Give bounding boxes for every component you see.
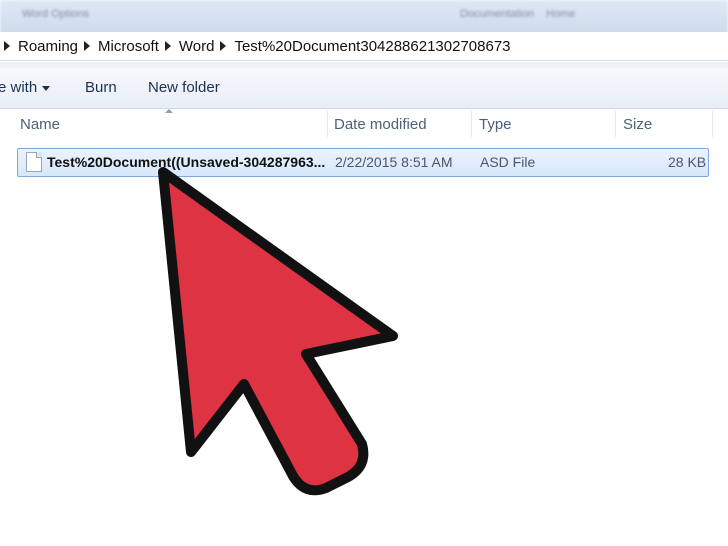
- new-folder-button[interactable]: New folder: [148, 79, 220, 96]
- background-window-item: Documentation: [460, 8, 534, 20]
- burn-button[interactable]: Burn: [85, 79, 117, 96]
- file-type: ASD File: [480, 154, 536, 170]
- column-header-type[interactable]: Type: [479, 116, 512, 133]
- breadcrumb-chevron-icon[interactable]: [164, 41, 171, 51]
- column-header-size[interactable]: Size: [623, 116, 652, 133]
- column-header-date-modified[interactable]: Date modified: [334, 116, 427, 133]
- chevron-down-icon: [42, 85, 51, 91]
- file-name: Test%20Document((Unsaved-304287963...: [47, 154, 326, 170]
- breadcrumb-item-folder[interactable]: Test%20Document304288621302708673: [234, 38, 510, 55]
- breadcrumb-item-microsoft[interactable]: Microsoft: [98, 38, 159, 55]
- share-with-button[interactable]: e with: [0, 79, 51, 96]
- column-divider[interactable]: [327, 111, 328, 137]
- column-divider[interactable]: [471, 111, 472, 137]
- breadcrumb-item-word[interactable]: Word: [179, 38, 215, 55]
- address-bar[interactable]: Roaming Microsoft Word Test%20Document30…: [0, 32, 728, 61]
- background-window-titlebar: Word Options Documentation Home: [0, 0, 728, 34]
- file-size: 28 KB: [668, 154, 707, 170]
- breadcrumb-item-roaming[interactable]: Roaming: [18, 38, 78, 55]
- file-date-modified: 2/22/2015 8:51 AM: [335, 154, 453, 170]
- share-with-label: e with: [0, 79, 38, 96]
- command-toolbar: e with Burn New folder: [0, 68, 728, 109]
- column-header-row: Name Date modified Type Size: [0, 109, 728, 139]
- background-window-item: Home: [546, 8, 576, 20]
- column-header-name[interactable]: Name: [20, 116, 60, 133]
- column-divider[interactable]: [712, 111, 713, 137]
- breadcrumb-chevron-icon[interactable]: [220, 41, 227, 51]
- breadcrumb-chevron-icon[interactable]: [84, 41, 91, 51]
- breadcrumb-chevron-icon[interactable]: [4, 41, 10, 51]
- sort-ascending-icon: [165, 109, 173, 113]
- background-window-title: Word Options: [22, 8, 90, 20]
- file-icon: [26, 152, 42, 172]
- file-row[interactable]: Test%20Document((Unsaved-304287963... 2/…: [17, 148, 709, 177]
- column-divider[interactable]: [615, 111, 616, 137]
